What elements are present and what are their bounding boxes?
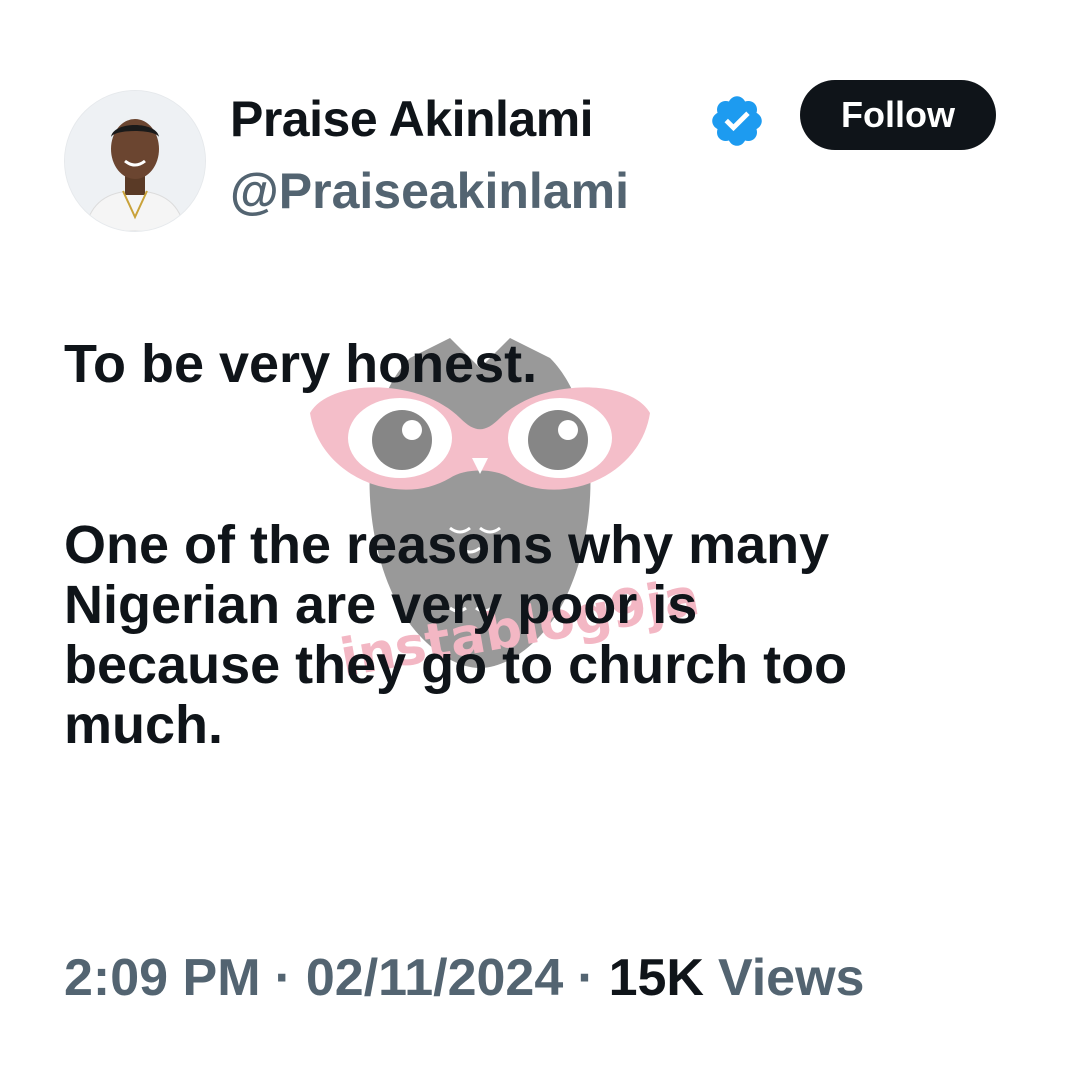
tweet-meta: 2:09 PM · 02/11/2024 · 15K Views: [64, 948, 864, 1008]
author-handle[interactable]: @Praiseakinlami: [230, 162, 629, 220]
meta-separator: ·: [274, 949, 292, 1007]
verified-badge-icon: [708, 92, 766, 150]
tweet-line: Nigerian are very poor is: [64, 575, 698, 635]
tweet-card: Praise Akinlami @Praiseakinlami Follow i…: [0, 0, 1080, 1080]
tweet-line: because they go to church too: [64, 635, 848, 695]
avatar[interactable]: [64, 90, 206, 232]
tweet-text: To be very honest. One of the reasons wh…: [64, 334, 1024, 755]
views-label: Views: [717, 949, 865, 1007]
tweet-date[interactable]: 02/11/2024: [306, 948, 563, 1008]
tweet-line: much.: [64, 695, 224, 755]
avatar-photo: [65, 91, 205, 231]
tweet-time[interactable]: 2:09 PM: [64, 948, 261, 1008]
tweet-line: One of the reasons why many: [64, 515, 830, 575]
meta-separator: ·: [577, 949, 595, 1007]
views-count[interactable]: 15K: [609, 948, 704, 1008]
author-name[interactable]: Praise Akinlami: [230, 90, 594, 148]
follow-button[interactable]: Follow: [800, 80, 996, 150]
tweet-line: To be very honest.: [64, 334, 538, 394]
